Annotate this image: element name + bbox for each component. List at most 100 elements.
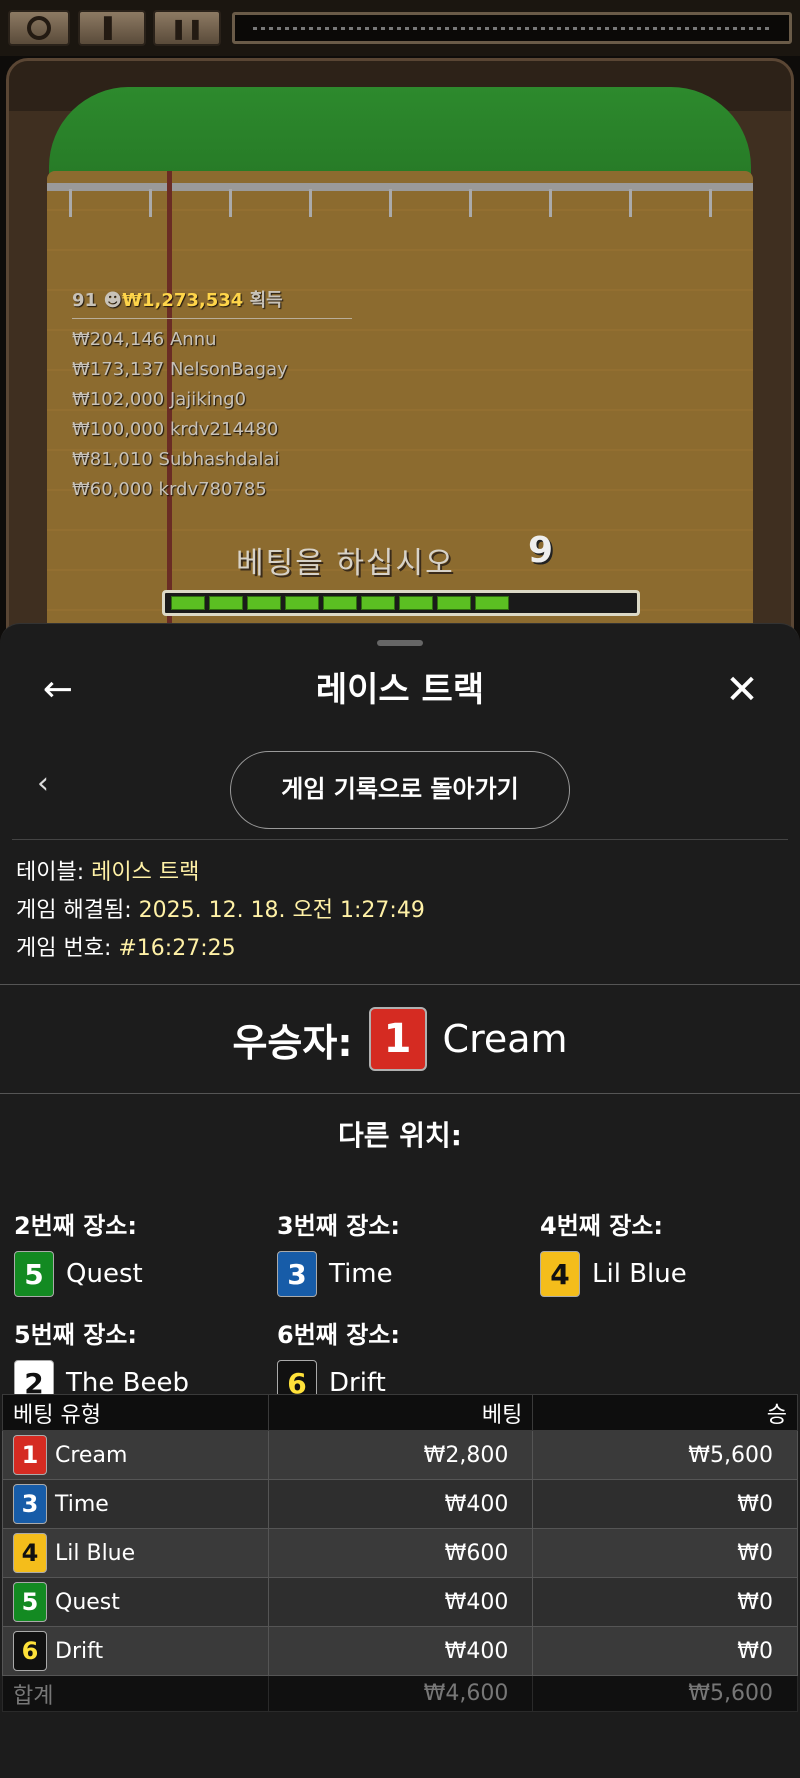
win-amount-cell: ₩5,600 bbox=[532, 1430, 798, 1480]
bet-amount-cell: ₩400 bbox=[267, 1626, 534, 1676]
total-label: 합계 bbox=[2, 1675, 269, 1712]
place-runner: 3 Time bbox=[277, 1246, 527, 1302]
bet-amount-cell: ₩600 bbox=[267, 1528, 534, 1578]
bet-amount-cell: ₩400 bbox=[267, 1479, 534, 1529]
progress-segment bbox=[247, 596, 281, 610]
progress-segment bbox=[209, 596, 243, 610]
progress-segment bbox=[323, 596, 357, 610]
winner-amount: ₩204,146 bbox=[72, 329, 165, 350]
winners-amount: ₩1,273,534 bbox=[122, 290, 244, 311]
win-amount-cell: ₩0 bbox=[532, 1479, 798, 1529]
winner-name: krdv214480 bbox=[169, 419, 279, 440]
user-icon: ☻ bbox=[103, 290, 123, 311]
winner-row: ₩173,137 NelsonBagay bbox=[72, 355, 352, 385]
pause-button[interactable]: ❚❚ bbox=[153, 10, 221, 46]
header-win: 승 bbox=[532, 1394, 798, 1431]
meta-key: 테이블: bbox=[16, 860, 85, 885]
meta-row: 게임 해결됨: 2025. 12. 18. 오전 1:27:49 bbox=[16, 892, 425, 930]
runner-number-badge: 5 bbox=[14, 1251, 54, 1297]
runner-number-badge: 1 bbox=[13, 1435, 47, 1475]
table-row: 6 Drift ₩400 ₩0 bbox=[2, 1626, 798, 1676]
single-bar-icon: ▌ bbox=[104, 16, 120, 40]
winner-name: krdv780785 bbox=[158, 479, 267, 500]
runner-number-badge: 5 bbox=[13, 1582, 47, 1622]
winner-amount: ₩102,000 bbox=[72, 389, 165, 410]
header-bet: 베팅 bbox=[267, 1394, 534, 1431]
place-item: 2번째 장소: 5 Quest bbox=[14, 1206, 264, 1302]
progress-segment bbox=[475, 596, 509, 610]
bet-amount-cell: ₩400 bbox=[267, 1577, 534, 1627]
win-amount-cell: ₩0 bbox=[532, 1577, 798, 1627]
progress-segment bbox=[285, 596, 319, 610]
place-label: 6번째 장소: bbox=[277, 1321, 400, 1349]
close-icon[interactable]: ✕ bbox=[720, 670, 764, 710]
winners-count: 91 bbox=[72, 290, 98, 311]
winner-amount: ₩100,000 bbox=[72, 419, 165, 440]
winners-list: 91 ☻₩1,273,534 획득 ₩204,146 Annu ₩173,137 … bbox=[72, 286, 352, 505]
runner-number-badge: 4 bbox=[13, 1533, 47, 1573]
runner-name: Lil Blue bbox=[592, 1259, 687, 1289]
single-view-button[interactable]: ▌ bbox=[78, 10, 146, 46]
bet-amount-cell: ₩2,800 bbox=[267, 1430, 534, 1480]
record-button[interactable] bbox=[8, 10, 70, 46]
meta-value: 2025. 12. 18. 오전 1:27:49 bbox=[138, 898, 425, 923]
place-runner: 5 Quest bbox=[14, 1246, 264, 1302]
win-amount-cell: ₩0 bbox=[532, 1626, 798, 1676]
place-label: 5번째 장소: bbox=[14, 1321, 137, 1349]
winners-label: 획득 bbox=[249, 290, 283, 311]
bet-type-cell: 5 Quest bbox=[2, 1577, 269, 1627]
winner-name: Annu bbox=[169, 329, 217, 350]
runner-name: Time bbox=[329, 1259, 393, 1289]
sheet-title: 레이스 트랙 bbox=[315, 670, 485, 710]
runner-number-badge: 4 bbox=[540, 1251, 580, 1297]
runner-number-badge: 3 bbox=[277, 1251, 317, 1297]
runner-name: Drift bbox=[55, 1638, 104, 1664]
back-to-history-button[interactable]: 게임 기록으로 돌아가기 bbox=[230, 751, 570, 829]
win-amount-cell: ₩0 bbox=[532, 1528, 798, 1578]
record-icon bbox=[27, 16, 51, 40]
bet-type-cell: 1 Cream bbox=[2, 1430, 269, 1480]
winner-name: Subhashdalai bbox=[158, 449, 280, 470]
results-ticker bbox=[232, 12, 792, 44]
winner-name: NelsonBagay bbox=[169, 359, 288, 380]
winner-name: Jajiking0 bbox=[169, 389, 247, 410]
chevron-left-icon[interactable]: ‹ bbox=[28, 764, 58, 804]
sheet-header: 레이스 트랙 ← ✕ bbox=[0, 662, 800, 718]
winner-row: ₩204,146 Annu bbox=[72, 325, 352, 355]
winner-number-badge: 1 bbox=[368, 1007, 427, 1071]
place-label: 4번째 장소: bbox=[540, 1212, 663, 1240]
place-item: 3번째 장소: 3 Time bbox=[277, 1206, 527, 1302]
bet-table: 베팅 유형 베팅 승 1 Cream ₩2,800 ₩5,600 3 Time ₩400 ₩0… bbox=[2, 1394, 798, 1712]
progress-segment bbox=[437, 596, 471, 610]
other-positions-title: 다른 위치: bbox=[338, 1119, 462, 1152]
back-arrow-icon[interactable]: ← bbox=[36, 670, 80, 710]
progress-segment bbox=[171, 596, 205, 610]
winner-name: Cream bbox=[442, 1017, 568, 1061]
winners-total: 91 ☻₩1,273,534 획득 bbox=[72, 286, 352, 319]
runner-name: Quest bbox=[55, 1589, 120, 1615]
meta-value: #16:27:25 bbox=[118, 936, 236, 961]
runner-name: Time bbox=[55, 1491, 109, 1517]
game-details-sheet: 레이스 트랙 ← ✕ ‹ 게임 기록으로 돌아가기 테이블: 레이스 트랙 게임 … bbox=[0, 623, 800, 1778]
progress-segment bbox=[361, 596, 395, 610]
winner-section: 우승자: 1 Cream bbox=[0, 984, 800, 1094]
runner-name: Quest bbox=[66, 1259, 143, 1289]
bet-prompt: 베팅을 하십시오 bbox=[236, 546, 455, 581]
pause-icon: ❚❚ bbox=[170, 16, 204, 40]
meta-row: 테이블: 레이스 트랙 bbox=[16, 854, 425, 892]
place-label: 2번째 장소: bbox=[14, 1212, 137, 1240]
game-meta: 테이블: 레이스 트랙 게임 해결됨: 2025. 12. 18. 오전 1:27… bbox=[16, 854, 425, 968]
meta-value: 레이스 트랙 bbox=[91, 860, 200, 885]
winner-row: ₩60,000 krdv780785 bbox=[72, 475, 352, 505]
winner-row: ₩100,000 krdv214480 bbox=[72, 415, 352, 445]
runner-number-badge: 3 bbox=[13, 1484, 47, 1524]
header-bet-type: 베팅 유형 bbox=[2, 1394, 269, 1431]
winner-label: 우승자: bbox=[232, 1020, 353, 1065]
place-item: 4번째 장소: 4 Lil Blue bbox=[540, 1206, 790, 1302]
bet-type-cell: 3 Time bbox=[2, 1479, 269, 1529]
table-row: 5 Quest ₩400 ₩0 bbox=[2, 1577, 798, 1627]
sheet-drag-handle[interactable] bbox=[377, 640, 423, 646]
meta-key: 게임 번호: bbox=[16, 936, 112, 961]
table-row: 4 Lil Blue ₩600 ₩0 bbox=[2, 1528, 798, 1578]
meta-key: 게임 해결됨: bbox=[16, 898, 132, 923]
